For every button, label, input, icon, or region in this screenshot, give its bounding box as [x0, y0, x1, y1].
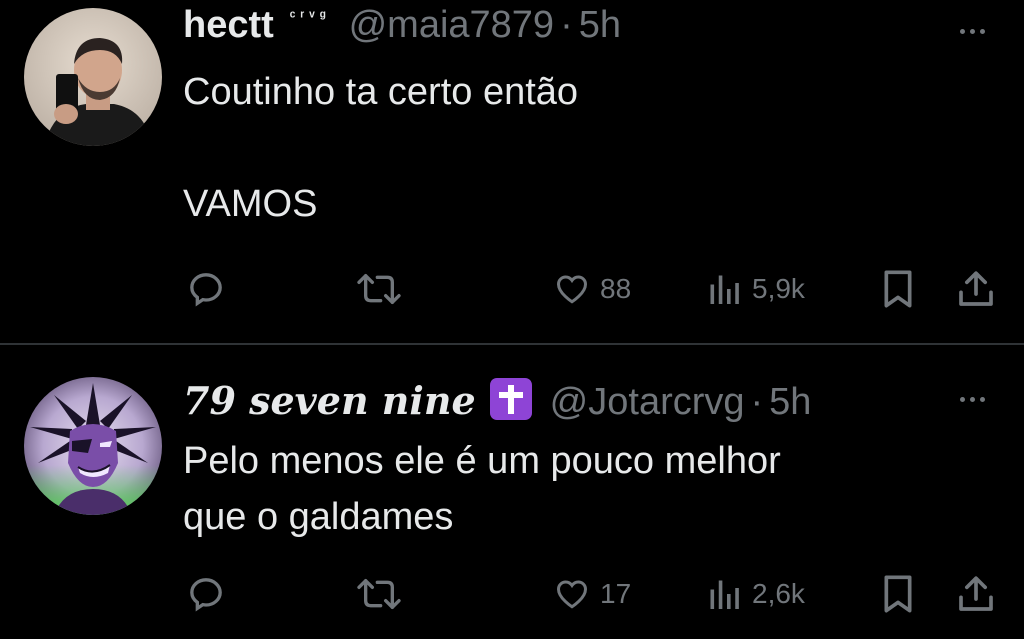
bar-chart-icon [706, 576, 742, 612]
like-count: 17 [600, 578, 632, 609]
action-bar: 17 2,6k [0, 569, 1024, 619]
tweet-text: Pelo menos ele é um pouco melhor que o g… [183, 440, 781, 538]
timestamp[interactable]: 5h [579, 4, 621, 47]
tweet[interactable]: 79 seven nine @Jotarcrvg · 5h Pelo menos… [0, 345, 1024, 639]
action-bar: 88 5,9k [0, 264, 1024, 314]
views-button[interactable]: 5,9k [706, 264, 805, 314]
separator: · [750, 381, 764, 423]
retweet-icon [355, 574, 403, 614]
display-name[interactable]: 79 seven nine [183, 378, 476, 423]
more-options-icon[interactable] [956, 26, 990, 36]
like-count: 88 [600, 273, 632, 304]
heart-icon [554, 576, 590, 612]
bookmark-button[interactable] [880, 569, 916, 619]
views-button[interactable]: 2,6k [706, 569, 805, 619]
reply-button[interactable] [186, 569, 226, 619]
reply-icon [186, 574, 226, 614]
latin-cross-icon [489, 378, 532, 420]
tweet-header: 79 seven nine @Jotarcrvg · 5h [183, 372, 811, 424]
share-icon [956, 269, 996, 309]
separator: · [560, 4, 573, 46]
heart-icon [554, 271, 590, 307]
user-handle[interactable]: @Jotarcrvg [550, 381, 745, 424]
avatar[interactable] [24, 8, 162, 146]
bookmark-button[interactable] [880, 264, 916, 314]
retweet-icon [355, 269, 403, 309]
tweet-text: Coutinho ta certo então VAMOS [183, 71, 579, 225]
user-handle[interactable]: @maia7879 [349, 4, 554, 47]
bar-chart-icon [706, 271, 742, 307]
avatar[interactable] [24, 377, 162, 515]
retweet-button[interactable] [355, 264, 403, 314]
bookmark-icon [880, 269, 916, 309]
tweet-header: hectt ᶜʳᵛᵍ @maia7879 · 5h [183, 4, 621, 54]
view-count: 5,9k [752, 273, 805, 304]
bookmark-icon [880, 574, 916, 614]
view-count: 2,6k [752, 578, 805, 609]
like-button[interactable]: 17 [554, 569, 631, 619]
retweet-button[interactable] [355, 569, 403, 619]
share-button[interactable] [956, 569, 996, 619]
reply-icon [186, 269, 226, 309]
reply-button[interactable] [186, 264, 226, 314]
share-icon [956, 574, 996, 614]
timestamp[interactable]: 5h [769, 381, 811, 424]
display-name-suffix: ᶜʳᵛᵍ [289, 8, 331, 25]
display-name[interactable]: hectt [183, 4, 274, 47]
more-options-icon[interactable] [956, 394, 990, 404]
reply-feed: hectt ᶜʳᵛᵍ @maia7879 · 5h Coutinho ta ce… [0, 0, 1024, 639]
like-button[interactable]: 88 [554, 264, 631, 314]
share-button[interactable] [956, 264, 996, 314]
tweet[interactable]: hectt ᶜʳᵛᵍ @maia7879 · 5h Coutinho ta ce… [0, 0, 1024, 343]
